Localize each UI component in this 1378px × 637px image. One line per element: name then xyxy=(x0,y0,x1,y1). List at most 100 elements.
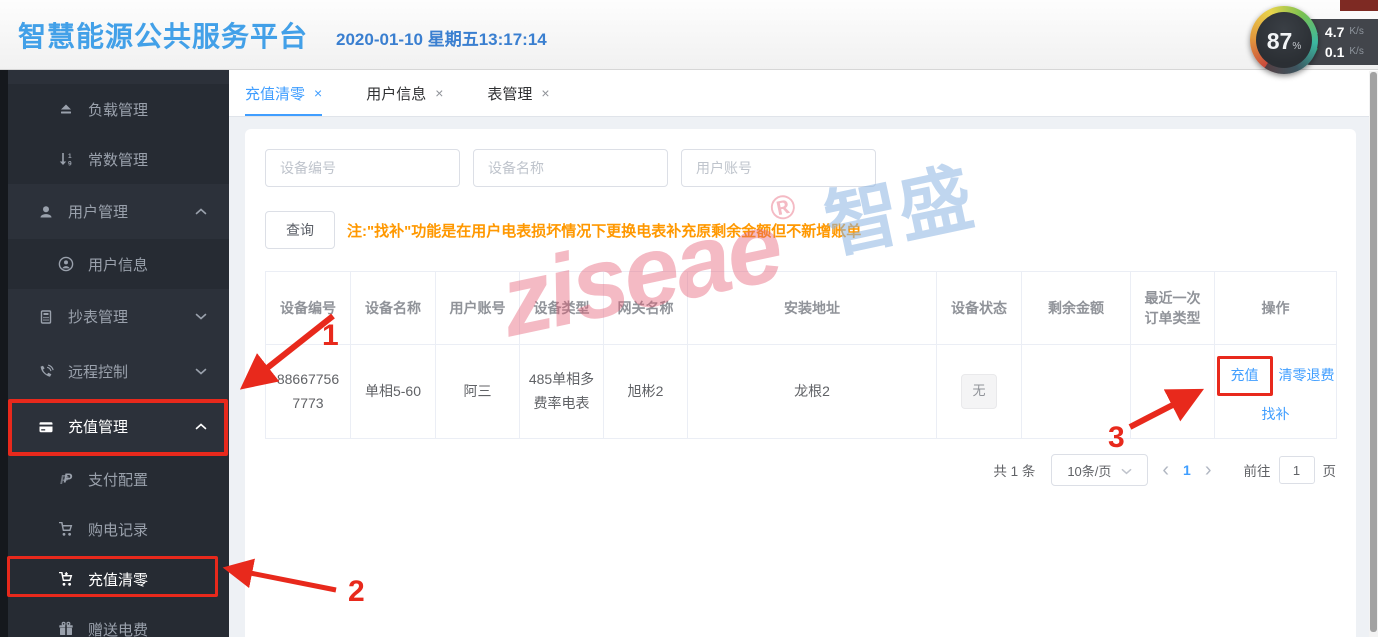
main-content: 充值清零 × 用户信息 × 表管理 × xyxy=(229,70,1378,637)
scrollbar-thumb[interactable] xyxy=(1370,72,1377,632)
tab-label: 用户信息 xyxy=(366,83,426,104)
paypal-icon: PP xyxy=(56,471,76,487)
table-row: 886677567773 单相5-60 阿三 485单相多费率电表 旭彬2 龙根… xyxy=(266,345,1337,439)
app-window: 智慧能源公共服务平台 2020-01-10 星期五13:17:14 负载管理 1… xyxy=(0,0,1378,637)
sidebar-item-gift-electricity[interactable]: 赠送电费 xyxy=(8,604,229,637)
header-datetime: 2020-01-10 星期五13:17:14 xyxy=(336,25,547,50)
download-speed-unit: K/s xyxy=(1349,43,1363,61)
next-page-button[interactable]: › xyxy=(1205,460,1212,480)
cart-icon xyxy=(56,521,76,537)
cell-last-order-type xyxy=(1131,345,1215,439)
close-icon[interactable]: × xyxy=(314,85,322,101)
sidebar-item-recharge-reset[interactable]: 充值清零 xyxy=(8,554,229,604)
prev-page-button[interactable]: ‹ xyxy=(1162,460,1169,480)
sidebar: 负载管理 19 常数管理 用户管理 xyxy=(0,70,229,637)
sidebar-group-user: 用户信息 xyxy=(8,239,229,289)
tab-meter-management[interactable]: 表管理 × xyxy=(487,70,549,116)
total-count: 共 1 条 xyxy=(993,460,1035,480)
tab-recharge-reset[interactable]: 充值清零 × xyxy=(245,70,322,116)
download-speed: 0.1 xyxy=(1325,43,1344,61)
pagination: 共 1 条 10条/页 ‹ 1 › 前往 页 xyxy=(265,454,1336,486)
sidebar-menu: 负载管理 19 常数管理 用户管理 xyxy=(8,70,229,637)
sidebar-item-label: 赠送电费 xyxy=(88,619,148,637)
chevron-down-icon xyxy=(1121,463,1132,478)
cell-gateway-name: 旭彬2 xyxy=(604,345,688,439)
col-actions: 操作 xyxy=(1215,272,1337,345)
page-unit-label: 页 xyxy=(1323,460,1337,480)
note-text: 注:"找补"功能是在用户电表损坏情况下更换电表补充原剩余金额但不新增账单 xyxy=(347,220,861,241)
col-install-address: 安装地址 xyxy=(688,272,937,345)
chevron-down-icon xyxy=(195,313,207,320)
col-last-order-type: 最近一次订单类型 xyxy=(1131,272,1215,345)
sidebar-item-label: 充值管理 xyxy=(68,416,128,437)
sidebar-item-label: 常数管理 xyxy=(88,149,148,170)
sidebar-item-purchase-records[interactable]: 购电记录 xyxy=(8,504,229,554)
sidebar-item-meter-reading[interactable]: 抄表管理 xyxy=(8,289,229,344)
col-device-type: 设备类型 xyxy=(520,272,604,345)
chevron-down-icon xyxy=(195,368,207,375)
sidebar-item-user-info[interactable]: 用户信息 xyxy=(8,239,229,289)
sidebar-item-constant-management[interactable]: 19 常数管理 xyxy=(8,134,229,184)
make-up-link[interactable]: 找补 xyxy=(1262,403,1290,427)
query-button[interactable]: 查询 xyxy=(265,211,335,249)
user-account-input[interactable] xyxy=(681,149,876,187)
sidebar-item-remote-control[interactable]: 远程控制 xyxy=(8,344,229,399)
goto-page-input[interactable] xyxy=(1279,456,1315,484)
sidebar-item-label: 远程控制 xyxy=(68,361,128,382)
network-monitor-widget[interactable]: ▲ 4.7 K/s ▼ 0.1 K/s 87 % xyxy=(1250,6,1378,78)
cell-device-name: 单相5-60 xyxy=(351,345,436,439)
tab-label: 表管理 xyxy=(487,83,532,104)
content-panel: 查询 注:"找补"功能是在用户电表损坏情况下更换电表补充原剩余金额但不新增账单 … xyxy=(245,129,1356,637)
cell-balance xyxy=(1022,345,1131,439)
tab-label: 充值清零 xyxy=(245,83,305,104)
chevron-up-icon xyxy=(195,208,207,215)
col-balance: 剩余金额 xyxy=(1022,272,1131,345)
sidebar-item-user-management[interactable]: 用户管理 xyxy=(8,184,229,239)
sidebar-item-load-management[interactable]: 负载管理 xyxy=(8,84,229,134)
sidebar-item-recharge-management[interactable]: 充值管理 xyxy=(8,399,229,454)
user-circle-icon xyxy=(56,256,76,272)
col-user-account: 用户账号 xyxy=(436,272,520,345)
reset-refund-link[interactable]: 清零退费 xyxy=(1279,364,1335,388)
col-device-status: 设备状态 xyxy=(937,272,1022,345)
gauge-percent-unit: % xyxy=(1292,41,1301,52)
data-table: 设备编号 设备名称 用户账号 设备类型 网关名称 安装地址 设备状态 剩余金额 … xyxy=(265,271,1337,439)
sidebar-group-top: 负载管理 19 常数管理 xyxy=(8,84,229,184)
status-badge: 无 xyxy=(961,374,996,408)
cell-user-account: 阿三 xyxy=(436,345,520,439)
tab-user-info[interactable]: 用户信息 × xyxy=(366,70,443,116)
page-number[interactable]: 1 xyxy=(1183,462,1191,478)
svg-text:P: P xyxy=(64,471,73,486)
col-gateway-name: 网关名称 xyxy=(604,272,688,345)
sidebar-item-label: 充值清零 xyxy=(88,569,148,590)
device-name-input[interactable] xyxy=(473,149,668,187)
cell-actions: 充值 清零退费 找补 xyxy=(1215,345,1337,439)
sidebar-item-label: 抄表管理 xyxy=(68,306,128,327)
query-row: 查询 注:"找补"功能是在用户电表损坏情况下更换电表补充原剩余金额但不新增账单 xyxy=(265,211,1336,249)
col-device-no: 设备编号 xyxy=(266,272,351,345)
sidebar-item-label: 负载管理 xyxy=(88,99,148,120)
recharge-link[interactable]: 充值 xyxy=(1231,367,1259,383)
device-no-input[interactable] xyxy=(265,149,460,187)
page-size-value: 10条/页 xyxy=(1067,461,1111,480)
cell-device-type: 485单相多费率电表 xyxy=(520,345,604,439)
close-icon[interactable]: × xyxy=(541,85,549,101)
sidebar-item-label: 购电记录 xyxy=(88,519,148,540)
upload-speed-unit: K/s xyxy=(1349,23,1363,41)
cell-device-status: 无 xyxy=(937,345,1022,439)
sidebar-item-payment-config[interactable]: PP 支付配置 xyxy=(8,454,229,504)
user-icon xyxy=(36,204,56,220)
gauge-percent: 87 xyxy=(1267,28,1293,55)
svg-text:9: 9 xyxy=(68,161,72,168)
svg-text:1: 1 xyxy=(68,153,72,160)
memory-gauge: 87 % xyxy=(1250,6,1318,74)
table-header-row: 设备编号 设备名称 用户账号 设备类型 网关名称 安装地址 设备状态 剩余金额 … xyxy=(266,272,1337,345)
credit-card-icon xyxy=(36,419,56,435)
chevron-up-icon xyxy=(195,423,207,430)
annotation-box-recharge: 充值 xyxy=(1217,356,1273,396)
page-size-select[interactable]: 10条/页 xyxy=(1051,454,1148,486)
filter-row xyxy=(265,149,1336,187)
col-device-name: 设备名称 xyxy=(351,272,436,345)
close-icon[interactable]: × xyxy=(435,85,443,101)
cell-device-no: 886677567773 xyxy=(266,345,351,439)
